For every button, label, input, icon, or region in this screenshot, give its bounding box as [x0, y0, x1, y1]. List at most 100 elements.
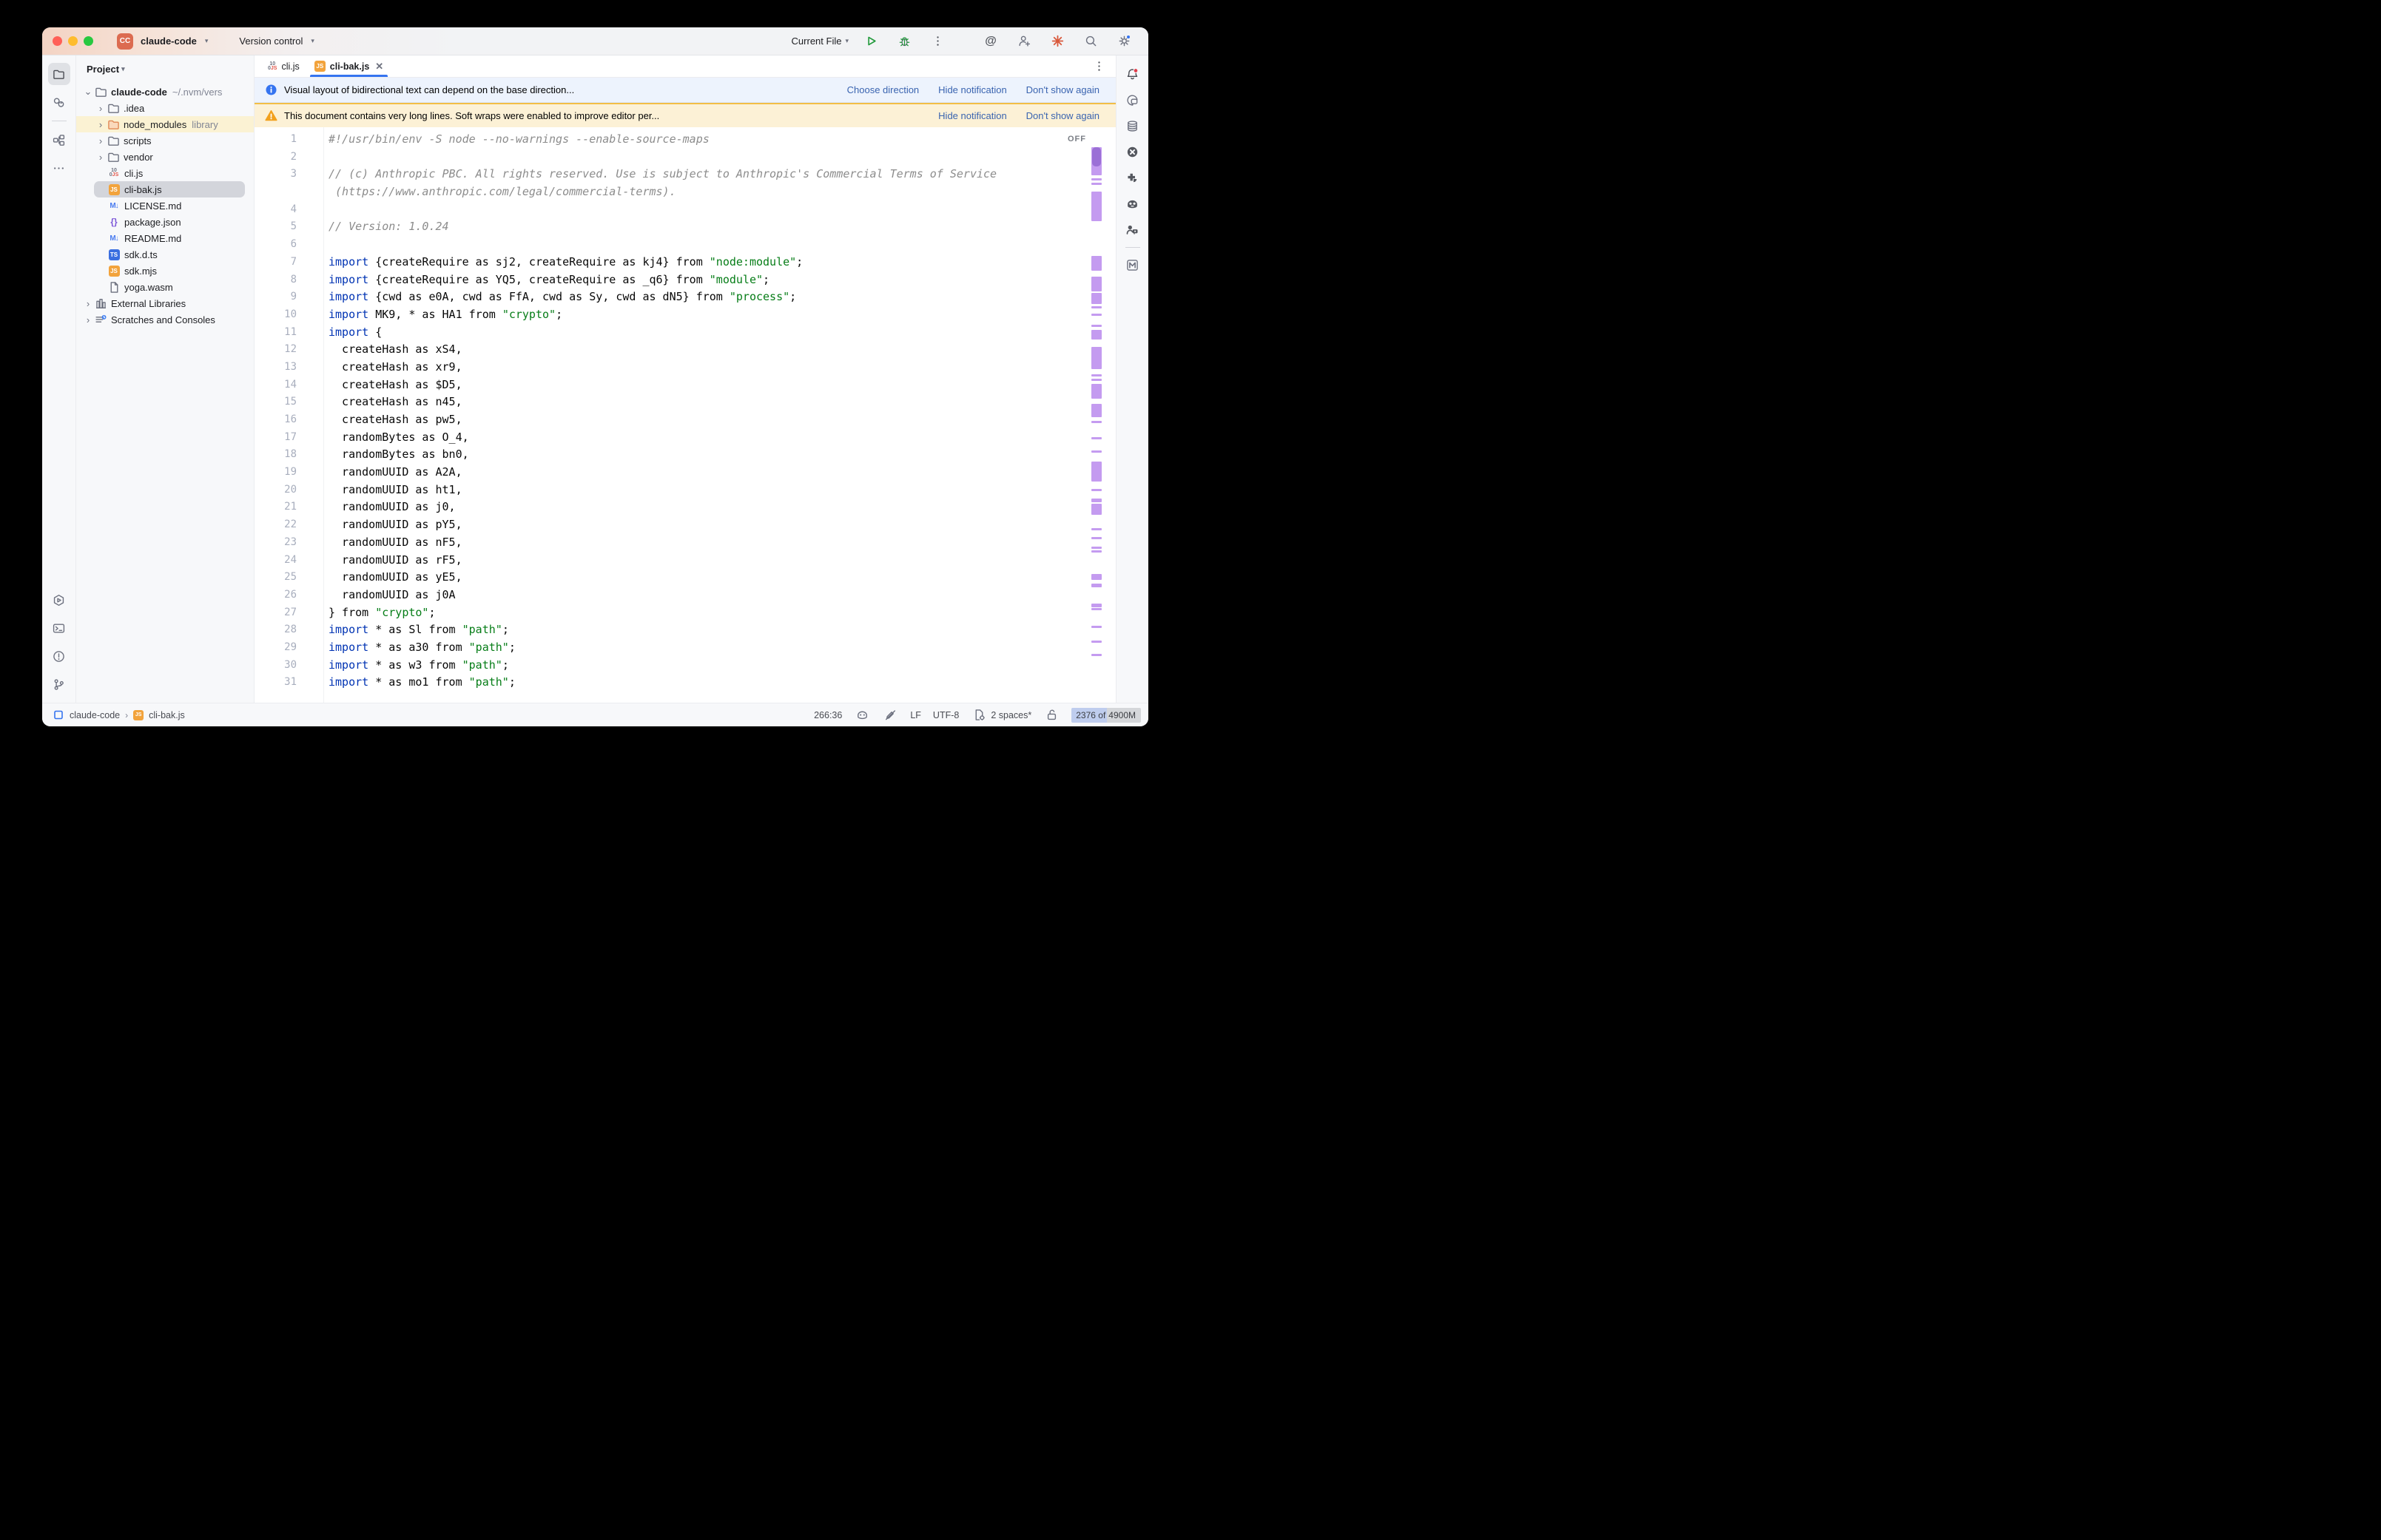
vcs-change-marker	[1091, 641, 1102, 643]
warn-banner: This document contains very long lines. …	[255, 103, 1116, 127]
line-number: 25	[255, 569, 297, 587]
debug-bug-icon[interactable]	[893, 30, 915, 53]
tree-item-sdk.d.ts[interactable]: TSsdk.d.ts	[76, 246, 254, 263]
copilot-robot-icon[interactable]	[1122, 193, 1144, 215]
tree-item-README.md[interactable]: M↓README.md	[76, 230, 254, 246]
tree-item-vendor[interactable]: ›vendor	[76, 149, 254, 165]
close-tab-icon[interactable]: ✕	[375, 61, 383, 72]
tree-item-node_modules[interactable]: ›node_moduleslibrary	[76, 116, 254, 132]
commit-review-icon[interactable]	[48, 91, 70, 113]
code-line: // (c) Anthropic PBC. All rights reserve…	[329, 166, 1116, 183]
at-mentions-icon[interactable]: @	[980, 30, 1002, 53]
tree-item-.idea[interactable]: ›.idea	[76, 100, 254, 116]
run-configuration-selector[interactable]: Current File	[792, 36, 842, 47]
editor-tab-cli.js[interactable]: 100JScli.js	[260, 55, 307, 77]
code-with-me-icon[interactable]	[1122, 219, 1144, 241]
line-number-gutter: 1234567891011121314151617181920212223242…	[255, 127, 324, 703]
settings-gear-icon[interactable]	[1113, 30, 1135, 53]
js-file-icon: JS	[107, 266, 121, 277]
banner-action-link[interactable]: Don't show again	[1026, 84, 1099, 95]
tree-item-cli.js[interactable]: 100JScli.js	[76, 165, 254, 181]
zoom-window-button[interactable]	[84, 36, 93, 46]
project-folder-icon[interactable]	[48, 63, 70, 85]
user-plus-icon[interactable]	[1013, 30, 1035, 53]
tree-item-package.json[interactable]: {}package.json	[76, 214, 254, 230]
chevron-right-icon[interactable]: ›	[95, 119, 107, 130]
project-panel-title[interactable]: Project	[87, 64, 119, 75]
breadcrumb-file[interactable]: cli-bak.js	[149, 710, 185, 720]
chevron-right-icon[interactable]: ›	[82, 298, 94, 309]
plugin-plus-icon[interactable]	[1122, 167, 1144, 189]
tree-item-label: sdk.mjs	[124, 266, 157, 277]
inspections-off-label[interactable]: OFF	[1068, 131, 1086, 149]
terminal-icon[interactable]	[48, 617, 70, 639]
run-services-icon[interactable]	[48, 589, 70, 611]
tree-item-cli-bak.js[interactable]: JScli-bak.js	[76, 181, 254, 197]
minimize-window-button[interactable]	[68, 36, 78, 46]
code-line	[329, 149, 1116, 166]
line-number: 30	[255, 657, 297, 675]
line-ending-indicator[interactable]: LF	[910, 710, 921, 720]
code-line: randomBytes as bn0,	[329, 446, 1116, 464]
close-window-button[interactable]	[53, 36, 62, 46]
left-tool-strip	[42, 55, 76, 703]
encoding-indicator[interactable]: UTF-8	[933, 710, 959, 720]
project-name-menu[interactable]: claude-code	[141, 36, 197, 47]
tree-item-LICENSE.md[interactable]: M↓LICENSE.md	[76, 197, 254, 214]
chevron-right-icon[interactable]: ›	[95, 152, 107, 163]
banner-message: This document contains very long lines. …	[284, 110, 659, 121]
run-play-icon[interactable]	[860, 30, 882, 53]
vcs-change-marker	[1091, 330, 1102, 340]
vcs-change-marker	[1091, 584, 1102, 587]
banner-action-link[interactable]: Hide notification	[938, 110, 1007, 121]
tree-item-Scratches and Consoles[interactable]: ›Scratches and Consoles	[76, 311, 254, 328]
structure-icon[interactable]	[48, 129, 70, 151]
tree-item-sdk.mjs[interactable]: JSsdk.mjs	[76, 263, 254, 279]
unlock-icon[interactable]	[1043, 707, 1060, 723]
banner-action-link[interactable]: Hide notification	[938, 84, 1007, 95]
tab-options-kebab-icon[interactable]	[1091, 58, 1107, 75]
memory-indicator[interactable]: 2376 of4900M	[1071, 708, 1141, 723]
code-editor[interactable]: 1234567891011121314151617181920212223242…	[255, 127, 1116, 703]
git-branch-icon[interactable]	[48, 673, 70, 695]
tree-item-scripts[interactable]: ›scripts	[76, 132, 254, 149]
codex-icon[interactable]	[1122, 141, 1144, 163]
code-line: randomUUID as j0A	[329, 587, 1116, 604]
chevron-right-icon[interactable]: ›	[95, 103, 107, 114]
copilot-status-icon[interactable]	[854, 707, 870, 723]
project-tree: ⌄claude-code~/.nvm/vers›.idea›node_modul…	[76, 82, 254, 703]
vcs-change-marker	[1091, 192, 1102, 221]
chevron-down-icon[interactable]: ⌄	[82, 86, 94, 98]
breadcrumb-project[interactable]: claude-code	[70, 710, 120, 720]
more-icon[interactable]	[48, 157, 70, 179]
more-kebab-icon[interactable]	[926, 30, 949, 53]
chevron-right-icon[interactable]: ›	[95, 135, 107, 146]
indent-indicator[interactable]: 2 spaces*	[971, 707, 1031, 723]
line-number: 29	[255, 639, 297, 657]
editor-scrollbar[interactable]	[1091, 127, 1102, 703]
line-number: 3	[255, 166, 297, 183]
chevron-right-icon[interactable]: ›	[82, 314, 94, 325]
tree-item-yoga.wasm[interactable]: yoga.wasm	[76, 279, 254, 295]
search-icon[interactable]	[1080, 30, 1102, 53]
vcs-change-marker	[1091, 547, 1102, 549]
tree-item-External Libraries[interactable]: ›External Libraries	[76, 295, 254, 311]
code-line: import * as Sl from "path";	[329, 621, 1116, 639]
database-icon[interactable]	[1122, 115, 1144, 138]
js-large-file-icon: 100JS	[107, 169, 121, 178]
ai-assistant-icon[interactable]	[1122, 90, 1144, 112]
no-inspections-pen-icon[interactable]	[882, 707, 898, 723]
notifications-bell-icon[interactable]	[1122, 64, 1144, 86]
banner-action-link[interactable]: Choose direction	[847, 84, 920, 95]
tree-item-claude-code[interactable]: ⌄claude-code~/.nvm/vers	[76, 84, 254, 100]
line-number: 6	[255, 236, 297, 254]
markdown-m-icon[interactable]	[1122, 254, 1144, 277]
caret-position[interactable]: 266:36	[814, 710, 842, 720]
problems-icon[interactable]	[48, 645, 70, 667]
code-line: import {cwd as e0A, cwd as FfA, cwd as S…	[329, 288, 1116, 306]
scrollbar-thumb[interactable]	[1092, 147, 1101, 166]
version-control-menu[interactable]: Version control	[239, 36, 303, 47]
claude-asterisk-icon[interactable]	[1046, 30, 1068, 53]
editor-tab-cli-bak.js[interactable]: JScli-bak.js✕	[307, 55, 391, 77]
banner-action-link[interactable]: Don't show again	[1026, 110, 1099, 121]
